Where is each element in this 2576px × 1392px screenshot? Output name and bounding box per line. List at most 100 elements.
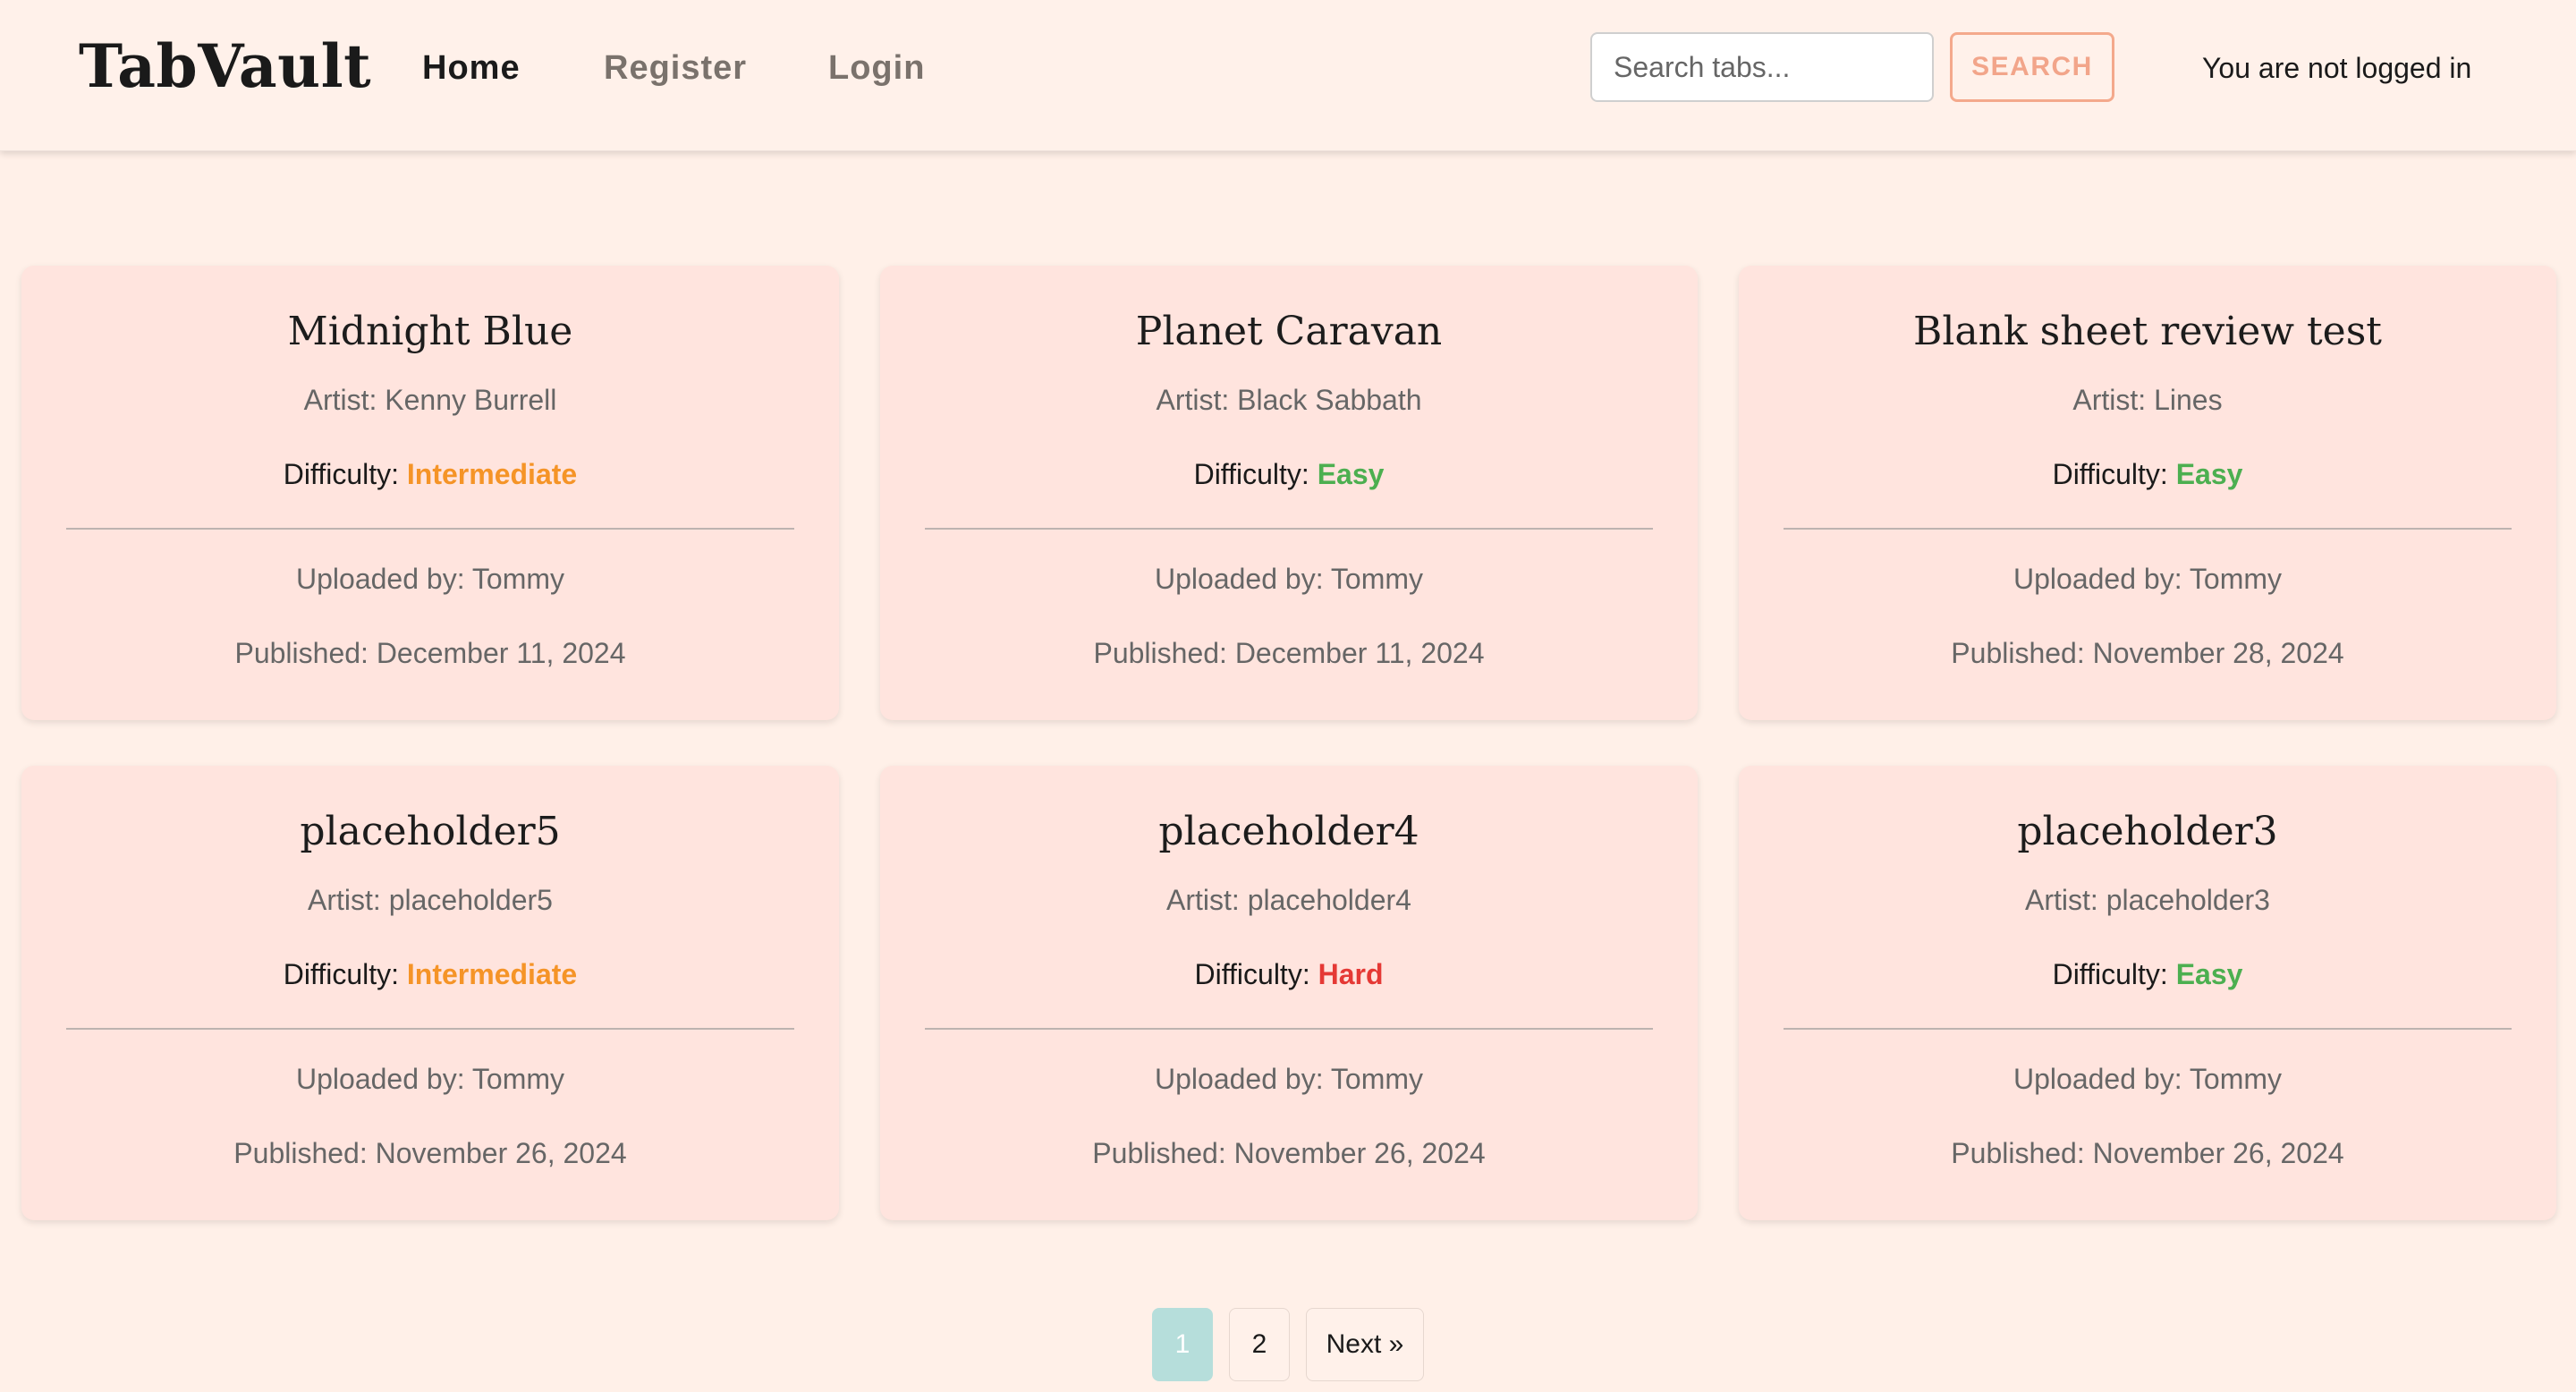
card-artist: Artist: Lines — [1739, 380, 2556, 420]
published-label: Published: — [1093, 637, 1235, 669]
uploader-value: Tommy — [1330, 1063, 1423, 1095]
published-value: November 28, 2024 — [2092, 637, 2344, 669]
nav-link-register[interactable]: Register — [604, 43, 747, 93]
artist-value: placeholder4 — [1247, 884, 1411, 916]
uploader-value: Tommy — [2189, 563, 2282, 595]
card-title[interactable]: Planet Caravan — [880, 307, 1698, 357]
nav-link-home[interactable]: Home — [422, 43, 521, 93]
card-divider — [925, 528, 1653, 530]
uploader-value: Tommy — [2189, 1063, 2282, 1095]
published-label: Published: — [1951, 1137, 2093, 1169]
card-difficulty: Difficulty: Easy — [1739, 454, 2556, 494]
brand-logo[interactable]: TabVault — [79, 30, 371, 102]
card-published-date: Published: December 11, 2024 — [880, 633, 1698, 673]
card-difficulty: Difficulty: Easy — [880, 454, 1698, 494]
card-difficulty: Difficulty: Easy — [1739, 955, 2556, 994]
difficulty-badge: Easy — [2175, 458, 2243, 490]
uploader-value: Tommy — [471, 563, 564, 595]
artist-label: Artist: — [2025, 884, 2106, 916]
card-difficulty: Difficulty: Intermediate — [21, 454, 839, 494]
card-divider — [66, 528, 794, 530]
difficulty-badge: Intermediate — [406, 458, 578, 490]
card-uploader: Uploaded by: Tommy — [880, 1059, 1698, 1099]
published-value: November 26, 2024 — [1233, 1137, 1486, 1169]
uploader-label: Uploaded by: — [2013, 563, 2190, 595]
card-published-date: Published: November 26, 2024 — [21, 1133, 839, 1173]
card-difficulty: Difficulty: Intermediate — [21, 955, 839, 994]
card-uploader: Uploaded by: Tommy — [1739, 559, 2556, 598]
published-label: Published: — [233, 1137, 376, 1169]
card-uploader: Uploaded by: Tommy — [21, 559, 839, 598]
card-uploader: Uploaded by: Tommy — [21, 1059, 839, 1099]
published-label: Published: — [234, 637, 377, 669]
tab-card[interactable]: placeholder4 Artist: placeholder4 Diffic… — [880, 766, 1698, 1220]
tab-card[interactable]: placeholder3 Artist: placeholder3 Diffic… — [1739, 766, 2556, 1220]
card-published-date: Published: November 28, 2024 — [1739, 633, 2556, 673]
pagination-page-2[interactable]: 2 — [1229, 1308, 1290, 1381]
card-title[interactable]: placeholder4 — [880, 807, 1698, 857]
auth-status-text: You are not logged in — [2202, 52, 2472, 84]
difficulty-label: Difficulty: — [283, 958, 407, 990]
difficulty-badge: Easy — [2175, 958, 2243, 990]
published-value: December 11, 2024 — [1234, 637, 1485, 669]
card-uploader: Uploaded by: Tommy — [880, 559, 1698, 598]
difficulty-label: Difficulty: — [1193, 458, 1318, 490]
artist-label: Artist: — [1166, 884, 1248, 916]
nav-link-login[interactable]: Login — [828, 43, 925, 93]
card-difficulty: Difficulty: Hard — [880, 955, 1698, 994]
uploader-value: Tommy — [1330, 563, 1423, 595]
card-divider — [1784, 528, 2512, 530]
card-artist: Artist: placeholder4 — [880, 880, 1698, 920]
card-divider — [925, 1028, 1653, 1030]
artist-label: Artist: — [1156, 384, 1238, 416]
pagination-next-button[interactable]: Next » — [1306, 1308, 1424, 1381]
published-label: Published: — [1951, 637, 2093, 669]
card-uploader: Uploaded by: Tommy — [1739, 1059, 2556, 1099]
tab-card[interactable]: Blank sheet review test Artist: Lines Di… — [1739, 266, 2556, 720]
difficulty-label: Difficulty: — [1194, 958, 1318, 990]
top-navbar: TabVault Home Register Login SEARCH You … — [0, 0, 2576, 151]
uploader-label: Uploaded by: — [296, 1063, 472, 1095]
uploader-label: Uploaded by: — [296, 563, 472, 595]
difficulty-badge: Easy — [1317, 458, 1385, 490]
search-input[interactable] — [1590, 32, 1934, 102]
card-artist: Artist: Kenny Burrell — [21, 380, 839, 420]
published-value: November 26, 2024 — [2092, 1137, 2344, 1169]
card-published-date: Published: November 26, 2024 — [880, 1133, 1698, 1173]
card-artist: Artist: placeholder5 — [21, 880, 839, 920]
card-title[interactable]: Midnight Blue — [21, 307, 839, 357]
artist-label: Artist: — [308, 884, 389, 916]
uploader-value: Tommy — [471, 1063, 564, 1095]
published-value: November 26, 2024 — [375, 1137, 627, 1169]
published-label: Published: — [1092, 1137, 1234, 1169]
card-title[interactable]: placeholder3 — [1739, 807, 2556, 857]
artist-label: Artist: — [2072, 384, 2155, 416]
card-divider — [66, 1028, 794, 1030]
difficulty-badge: Hard — [1318, 958, 1384, 990]
artist-label: Artist: — [303, 384, 386, 416]
artist-value: Black Sabbath — [1237, 384, 1422, 416]
uploader-label: Uploaded by: — [2013, 1063, 2190, 1095]
card-artist: Artist: placeholder3 — [1739, 880, 2556, 920]
tab-card[interactable]: Planet Caravan Artist: Black Sabbath Dif… — [880, 266, 1698, 720]
difficulty-label: Difficulty: — [2052, 458, 2176, 490]
artist-value: placeholder3 — [2106, 884, 2270, 916]
difficulty-badge: Intermediate — [406, 958, 578, 990]
artist-value: Lines — [2154, 384, 2223, 416]
tab-card[interactable]: Midnight Blue Artist: Kenny Burrell Diff… — [21, 266, 839, 720]
published-value: December 11, 2024 — [376, 637, 626, 669]
artist-value: placeholder5 — [388, 884, 553, 916]
tab-card[interactable]: placeholder5 Artist: placeholder5 Diffic… — [21, 766, 839, 1220]
difficulty-label: Difficulty: — [283, 458, 407, 490]
card-published-date: Published: November 26, 2024 — [1739, 1133, 2556, 1173]
search-button[interactable]: SEARCH — [1950, 32, 2114, 102]
uploader-label: Uploaded by: — [1155, 563, 1331, 595]
pagination-page-1[interactable]: 1 — [1152, 1308, 1213, 1381]
card-title[interactable]: Blank sheet review test — [1739, 307, 2556, 357]
difficulty-label: Difficulty: — [2052, 958, 2176, 990]
card-published-date: Published: December 11, 2024 — [21, 633, 839, 673]
card-title[interactable]: placeholder5 — [21, 807, 839, 857]
uploader-label: Uploaded by: — [1155, 1063, 1331, 1095]
card-divider — [1784, 1028, 2512, 1030]
artist-value: Kenny Burrell — [385, 384, 557, 416]
